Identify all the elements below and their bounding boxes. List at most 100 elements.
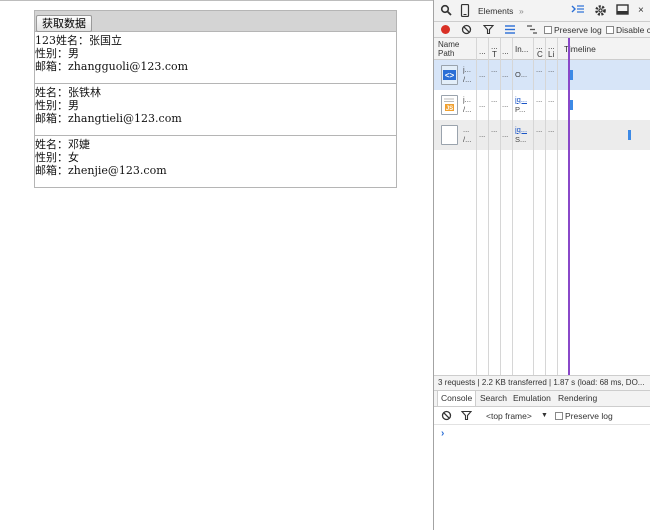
request-row[interactable]: ... /... ... ... ... jq... S... ... ... (434, 120, 650, 150)
request-row[interactable]: JS j... /... ... ... ... jq... P... ... … (434, 90, 650, 120)
clear-icon[interactable] (461, 24, 472, 36)
record-name: 123姓名：张国立 (35, 34, 122, 47)
tab-rendering[interactable]: Rendering (555, 391, 600, 406)
request-path: /... (463, 105, 472, 114)
col-header-c[interactable]: C (537, 50, 543, 59)
console-drawer-icon[interactable] (571, 4, 585, 18)
record-item: 姓名：邓婕 性别：女 邮箱：zhenjie@123.com (35, 136, 396, 188)
column-divider[interactable] (500, 38, 501, 375)
waterfall-icon[interactable] (526, 24, 538, 36)
dock-icon[interactable] (616, 4, 630, 18)
record-gender: 性别：男 (35, 99, 79, 112)
record-email: 邮箱：zhenjie@123.com (35, 164, 167, 177)
close-icon[interactable]: × (638, 4, 644, 18)
col-header-initiator[interactable]: In... (515, 45, 528, 54)
record-email: 邮箱：zhangguoli@123.com (35, 60, 189, 73)
request-time: ... (548, 95, 555, 104)
page-top-border (0, 0, 433, 1)
request-name: j... (463, 65, 471, 74)
panel-footer (35, 188, 396, 195)
request-row[interactable]: <> j... /... ... ... ... O... ... ... (434, 60, 650, 90)
col-header-name[interactable]: Name (438, 40, 459, 49)
large-rows-icon[interactable] (504, 24, 516, 36)
request-type: ... (502, 100, 509, 109)
col-header-latency[interactable]: Li (548, 50, 554, 59)
record-item: 123姓名：张国立 性别：男 邮箱：zhangguoli@123.com (35, 32, 396, 84)
tab-emulation[interactable]: Emulation (510, 391, 554, 406)
svg-text:<>: <> (445, 71, 455, 80)
devtools-panel: Elements » × Preserve log Disable c Name… (433, 0, 650, 530)
column-divider[interactable] (545, 38, 546, 375)
column-divider[interactable] (533, 38, 534, 375)
tab-console[interactable]: Console (437, 391, 477, 406)
request-method: ... (479, 130, 486, 139)
record-gender: 性别：女 (35, 151, 79, 164)
disable-cache-label: Disable c (616, 25, 650, 35)
column-divider[interactable] (512, 38, 513, 375)
blank-file-icon (441, 125, 458, 145)
request-type: ... (502, 130, 509, 139)
request-initiator-link[interactable]: jq... (515, 95, 527, 104)
column-divider[interactable] (476, 38, 477, 375)
chevron-down-icon[interactable]: ▼ (541, 410, 548, 422)
network-toolbar: Preserve log Disable c (434, 22, 650, 38)
col-header-path[interactable]: Path (438, 49, 454, 58)
column-divider[interactable] (557, 38, 558, 375)
record-email: 邮箱：zhangtieli@123.com (35, 112, 182, 125)
request-method: ... (479, 100, 486, 109)
js-file-icon: JS (441, 95, 458, 115)
web-page: 获取数据 123姓名：张国立 性别：男 邮箱：zhangguoli@123.co… (0, 0, 433, 530)
col-header-extra[interactable]: ... (502, 47, 509, 56)
request-status: ... (491, 95, 498, 104)
console-preserve-log-checkbox[interactable]: Preserve log (555, 410, 613, 422)
record-icon[interactable] (441, 25, 450, 37)
fetch-data-button[interactable]: 获取数据 (36, 15, 92, 32)
drawer-tabs: Console Search Emulation Rendering (434, 391, 650, 407)
request-path: /... (463, 75, 472, 84)
preserve-log-checkbox[interactable]: Preserve log (544, 24, 602, 36)
clear-console-icon[interactable] (441, 410, 452, 422)
filter-icon[interactable] (482, 24, 495, 36)
panel-header: 获取数据 (35, 11, 396, 32)
network-request-grid: Name Path ... ... T ... In... ... C ... … (434, 38, 650, 375)
col-header-method[interactable]: ... (479, 47, 486, 56)
more-tabs-chevron[interactable]: » (519, 4, 524, 18)
request-size: ... (536, 95, 543, 104)
request-size: ... (536, 125, 543, 134)
device-mode-icon[interactable] (460, 3, 470, 18)
col-header-type[interactable]: T (492, 50, 497, 59)
request-name: j... (463, 95, 471, 104)
grid-header: Name Path ... ... T ... In... ... C ... … (434, 38, 650, 60)
dom-content-loaded-line (568, 38, 570, 375)
frame-select[interactable]: <top frame> (486, 410, 532, 422)
record-gender: 性别：男 (35, 47, 79, 60)
gear-icon[interactable] (594, 4, 607, 18)
tab-search[interactable]: Search (477, 391, 510, 406)
column-divider[interactable] (488, 38, 489, 375)
request-method: ... (479, 70, 486, 79)
request-initiator-detail: S... (515, 135, 527, 144)
data-panel: 获取数据 123姓名：张国立 性别：男 邮箱：zhangguoli@123.co… (34, 10, 397, 188)
request-status: ... (491, 65, 498, 74)
svg-text:JS: JS (446, 106, 453, 112)
request-initiator-link[interactable]: jq... (515, 125, 527, 134)
record-name: 姓名：邓婕 (35, 138, 90, 151)
disable-cache-checkbox[interactable]: Disable c (606, 24, 650, 36)
html-file-icon: <> (441, 65, 458, 85)
console-toolbar: <top frame> ▼ Preserve log (434, 407, 650, 425)
request-time: ... (548, 125, 555, 134)
tab-elements[interactable]: Elements (478, 4, 513, 18)
search-icon[interactable] (440, 4, 452, 18)
record-name: 姓名：张铁林 (35, 86, 101, 99)
console-filter-icon[interactable] (460, 410, 473, 422)
request-status: ... (491, 125, 498, 134)
timeline-bar (570, 100, 573, 110)
request-type: ... (502, 70, 509, 79)
console-preserve-log-label: Preserve log (565, 411, 613, 421)
request-time: ... (548, 65, 555, 74)
request-name: ... (463, 125, 470, 134)
record-item: 姓名：张铁林 性别：男 邮箱：zhangtieli@123.com (35, 84, 396, 136)
timeline-bar (570, 70, 573, 80)
preserve-log-label: Preserve log (554, 25, 602, 35)
console-prompt[interactable]: › (441, 428, 444, 439)
